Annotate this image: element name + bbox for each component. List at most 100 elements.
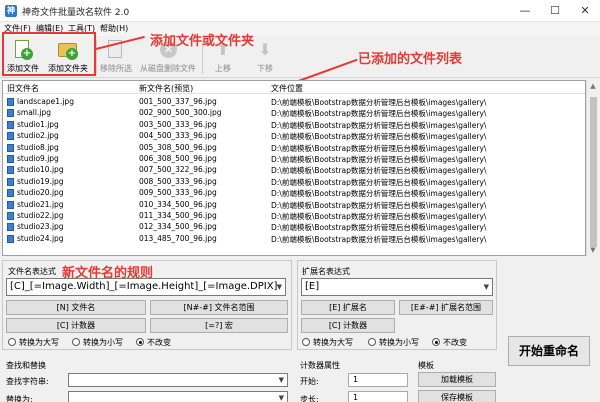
insert-filename-range-button[interactable]: [N#-#] 文件名范围 [150, 300, 288, 315]
ext-radio-unchanged[interactable]: 不改变 [432, 337, 467, 348]
insert-extension-button[interactable]: [E] 扩展名 [301, 300, 395, 315]
fn-radio-unchanged[interactable]: 不改变 [136, 337, 171, 348]
scrollbar-thumb[interactable] [590, 97, 597, 247]
new-name-cell: 007_500_322_96.jpg [139, 165, 217, 175]
table-row[interactable]: studio24.jpg 013_485_700_96.jpg D:\前端模板\Bo… [3, 233, 585, 244]
old-name-cell: studio24.jpg [17, 233, 64, 243]
chevron-down-icon[interactable]: ▼ [277, 279, 282, 295]
menu-help[interactable]: 帮助(H) [100, 23, 128, 34]
location-cell: D:\前端模板\Bootstrap数据分析管理后台模板\images\galle… [271, 98, 487, 107]
toolbar-separator [96, 40, 97, 74]
file-list[interactable]: 旧文件名 新文件名(预览) 文件位置 landscape1.jpg 001_500… [2, 80, 586, 256]
replace-input[interactable]: ▼ [68, 391, 288, 402]
maximize-button[interactable]: ☐ [540, 0, 570, 22]
old-name-cell: studio9.jpg [17, 154, 59, 163]
image-file-icon [7, 189, 14, 198]
location-cell: D:\前端模板\Bootstrap数据分析管理后台模板\images\galle… [271, 234, 487, 244]
ext-insert-counter-button[interactable]: [C] 计数器 [301, 318, 395, 333]
ext-radio-lowercase[interactable]: 转换为小写 [368, 337, 419, 348]
filename-expression-label: 文件名表达式 [8, 267, 56, 276]
save-template-button[interactable]: 保存模板 [418, 390, 496, 402]
old-name-cell: studio22.jpg [17, 211, 64, 220]
close-button[interactable]: ✕ [570, 0, 600, 22]
insert-counter-button[interactable]: [C] 计数器 [6, 318, 146, 333]
chevron-down-icon[interactable]: ▼ [279, 392, 284, 402]
location-cell: D:\前端模板\Bootstrap数据分析管理后台模板\images\galle… [271, 189, 487, 199]
table-row[interactable]: studio22.jpg 011_334_500_96.jpg D:\前端模板\Bo… [3, 210, 585, 221]
radio-icon [8, 338, 16, 346]
move-down-button[interactable]: ⬇ 下移 [252, 38, 278, 76]
image-file-icon [7, 98, 14, 106]
table-row[interactable]: studio8.jpg 005_308_500_96.jpg D:\前端模板\Boo… [3, 142, 585, 153]
new-name-cell: 010_334_500_96.jpg [139, 199, 217, 209]
old-name-cell: studio8.jpg [17, 142, 59, 152]
old-name-cell: studio20.jpg [17, 188, 64, 198]
replace-label: 替换为: [6, 395, 33, 402]
new-name-cell: 009_500_333_96.jpg [139, 188, 217, 198]
toolbar-annotation-box [2, 32, 96, 76]
column-location[interactable]: 文件位置 [271, 83, 303, 94]
extension-expression-label: 扩展名表达式 [302, 267, 350, 276]
arrow-down-icon: ⬇ [258, 40, 272, 59]
table-row[interactable]: small.jpg 002_900_500_300.jpg D:\前端模板\Boot… [3, 107, 585, 118]
toolbar-annotation-text: 添加文件或文件夹 [150, 34, 255, 49]
insert-filename-button[interactable]: [N] 文件名 [6, 300, 146, 315]
find-label: 查找字符串: [6, 377, 49, 386]
table-row[interactable]: studio9.jpg 006_308_500_96.jpg D:\前端模板\Boo… [3, 153, 585, 164]
table-row[interactable]: studio23.jpg 012_334_500_96.jpg D:\前端模板\Bo… [3, 221, 585, 232]
image-file-icon [7, 223, 14, 232]
radio-icon [368, 338, 376, 346]
filename-expression-combo[interactable]: [C]_[=Image.Width]_[=Image.Height]_[=Ima… [6, 278, 286, 296]
old-name-cell: studio10.jpg [17, 165, 64, 175]
table-row[interactable]: landscape1.jpg 001_500_337_96.jpg D:\前端模板\… [3, 96, 585, 107]
minimize-button[interactable]: — [510, 0, 540, 22]
scroll-up-icon[interactable]: ▲ [587, 82, 599, 90]
column-new-name[interactable]: 新文件名(预览) [139, 83, 193, 94]
fn-radio-uppercase[interactable]: 转换为大写 [8, 337, 59, 348]
location-cell: D:\前端模板\Bootstrap数据分析管理后台模板\images\galle… [271, 143, 487, 153]
location-cell: D:\前端模板\Bootstrap数据分析管理后台模板\images\galle… [271, 120, 487, 130]
extension-expression-combo[interactable]: [E] ▼ [301, 278, 493, 296]
fn-radio-lowercase[interactable]: 转换为小写 [72, 337, 123, 348]
old-name-cell: studio21.jpg [17, 199, 64, 209]
new-name-cell: 012_334_500_96.jpg [139, 222, 217, 232]
image-file-icon [7, 212, 14, 220]
ext-radio-uppercase[interactable]: 转换为大写 [302, 337, 353, 348]
table-row[interactable]: studio20.jpg 009_500_333_96.jpg D:\前端模板\Bo… [3, 187, 585, 198]
image-file-icon [7, 177, 14, 186]
new-name-cell: 008_500_333_96.jpg [139, 176, 217, 186]
app-icon: 神 [5, 5, 17, 17]
column-old-name[interactable]: 旧文件名 [7, 83, 39, 94]
insert-extension-range-button[interactable]: [E#-#] 扩展名范围 [399, 300, 493, 315]
chevron-down-icon[interactable]: ▼ [484, 279, 489, 295]
old-name-cell: studio2.jpg [17, 131, 59, 141]
location-cell: D:\前端模板\Bootstrap数据分析管理后台模板\images\galle… [271, 212, 487, 221]
old-name-cell: studio23.jpg [17, 222, 64, 232]
new-name-cell: 004_500_333_96.jpg [139, 131, 217, 141]
radio-icon [72, 338, 80, 346]
old-name-cell: studio1.jpg [17, 119, 59, 129]
location-cell: D:\前端模板\Bootstrap数据分析管理后台模板\images\galle… [271, 223, 487, 233]
counter-start-input[interactable]: 1 [348, 373, 408, 387]
radio-icon [302, 338, 310, 346]
chevron-down-icon[interactable]: ▼ [279, 374, 284, 386]
window-title: 神奇文件批量改名软件 2.0 [22, 8, 130, 18]
old-name-cell: studio19.jpg [17, 176, 64, 186]
location-cell: D:\前端模板\Bootstrap数据分析管理后台模板\images\galle… [271, 109, 487, 119]
table-row[interactable]: studio10.jpg 007_500_322_96.jpg D:\前端模板\Bo… [3, 164, 585, 175]
find-input[interactable]: ▼ [68, 373, 288, 387]
location-cell: D:\前端模板\Bootstrap数据分析管理后台模板\images\galle… [271, 155, 487, 164]
new-name-cell: 011_334_500_96.jpg [139, 211, 217, 220]
counter-step-input[interactable]: 1 [348, 391, 408, 402]
image-file-icon [7, 200, 14, 209]
start-rename-button[interactable]: 开始重命名 [508, 336, 590, 366]
table-row[interactable]: studio2.jpg 004_500_333_96.jpg D:\前端模板\Boo… [3, 130, 585, 141]
find-replace-title: 查找和替换 [6, 361, 46, 370]
table-row[interactable]: studio1.jpg 003_500_333_96.jpg D:\前端模板\Boo… [3, 119, 585, 130]
load-template-button[interactable]: 加载模板 [418, 372, 496, 387]
new-name-cell: 005_308_500_96.jpg [139, 142, 217, 152]
scroll-down-icon[interactable]: ▼ [587, 246, 599, 254]
table-row[interactable]: studio21.jpg 010_334_500_96.jpg D:\前端模板\Bo… [3, 199, 585, 210]
insert-macro-button[interactable]: [=?] 宏 [150, 318, 288, 333]
table-row[interactable]: studio19.jpg 008_500_333_96.jpg D:\前端模板\Bo… [3, 176, 585, 187]
